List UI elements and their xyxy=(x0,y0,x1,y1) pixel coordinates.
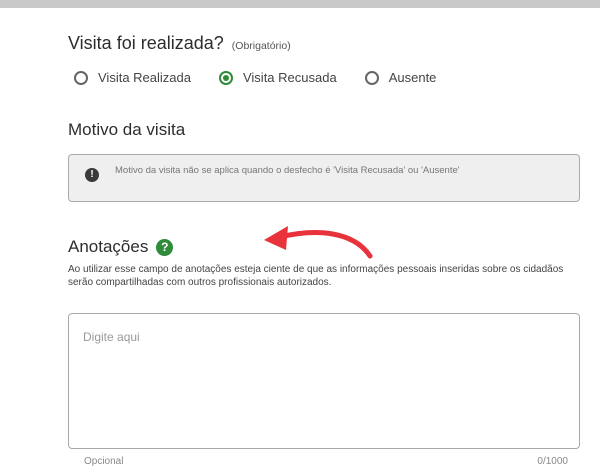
annotation-arrow-icon xyxy=(264,226,373,259)
anotacoes-textarea[interactable] xyxy=(68,313,580,449)
radio-label: Visita Recusada xyxy=(242,70,337,85)
radio-checked-icon xyxy=(218,70,233,85)
visit-question-text: Visita foi realizada? xyxy=(68,33,224,53)
radio-visita-realizada[interactable]: Visita Realizada xyxy=(74,70,191,85)
anotacoes-disclaimer: Ao utilizar esse campo de anotações este… xyxy=(68,264,564,288)
motivo-info-box: ! Motivo da visita não se aplica quando … xyxy=(68,154,580,202)
anotacoes-title: Anotações xyxy=(68,237,149,256)
radio-visita-recusada[interactable]: Visita Recusada xyxy=(218,70,337,85)
motivo-section-title: Motivo da visita xyxy=(68,120,186,139)
visit-question-label: Visita foi realizada? (Obrigatório) xyxy=(68,33,291,54)
required-note: (Obrigatório) xyxy=(231,40,291,52)
help-icon[interactable]: ? xyxy=(156,238,174,256)
radio-label: Ausente xyxy=(388,70,437,85)
info-icon: ! xyxy=(85,168,99,182)
anotacoes-header: Anotações ? xyxy=(68,237,174,257)
radio-ausente[interactable]: Ausente xyxy=(364,70,437,85)
top-divider xyxy=(0,0,600,8)
motivo-info-text: Motivo da visita não se aplica quando o … xyxy=(115,165,460,176)
character-counter: 0/1000 xyxy=(537,456,568,467)
visit-outcome-radio-group: Visita Realizada Visita Recusada Ausente xyxy=(74,70,464,85)
radio-label: Visita Realizada xyxy=(98,70,191,85)
optional-helper-text: Opcional xyxy=(84,456,124,467)
radio-circle-icon xyxy=(74,70,88,85)
radio-circle-icon xyxy=(364,70,379,85)
